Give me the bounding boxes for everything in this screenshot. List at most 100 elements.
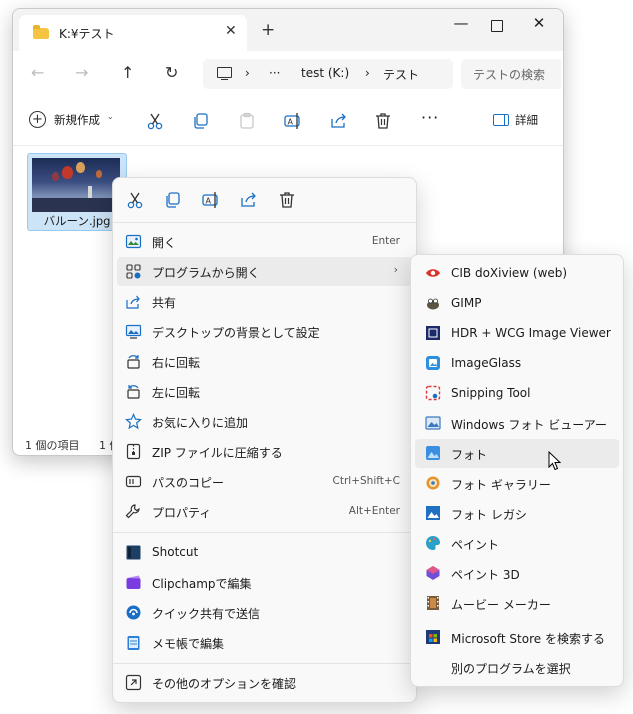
- open-with-item-choose-another[interactable]: 別のプログラムを選択: [415, 653, 619, 682]
- tab-k-test[interactable]: K:¥テスト ✕: [19, 15, 247, 51]
- menu-item-more-options[interactable]: その他のオプションを確認: [117, 668, 412, 697]
- open-with-item-paint-3d[interactable]: ペイント 3D: [415, 559, 619, 588]
- menu-item-notepad[interactable]: メモ帳で編集: [117, 628, 412, 657]
- open-with-item-photos-legacy[interactable]: フォト レガシ: [415, 499, 619, 528]
- new-tab-button[interactable]: +: [261, 20, 275, 40]
- open-with-item-cib-doxiview[interactable]: CIB doXiview (web): [415, 259, 619, 288]
- open-with-item-windows-photo-viewer[interactable]: Windows フォト ビューアー: [415, 409, 619, 438]
- breadcrumb-separator: ›: [365, 66, 370, 80]
- eye-icon: [425, 265, 441, 281]
- menu-item-rotate-left[interactable]: 左に回転: [117, 377, 412, 406]
- movie-maker-icon: [425, 595, 441, 611]
- back-button[interactable]: ←: [31, 63, 44, 82]
- open-with-label: ムービー メーカー: [451, 598, 551, 612]
- open-with-label: 別のプログラムを選択: [451, 662, 571, 676]
- svg-text:A: A: [288, 118, 294, 127]
- open-with-item-paint[interactable]: ペイント: [415, 529, 619, 558]
- menu-item-shotcut[interactable]: Shotcut: [117, 538, 412, 567]
- menu-item-rotate-right[interactable]: 右に回転: [117, 347, 412, 376]
- menu-item-properties[interactable]: プロパティ Alt+Enter: [117, 497, 412, 526]
- menu-item-shortcut: Alt+Enter: [348, 505, 400, 517]
- folder-icon: [33, 25, 49, 39]
- image-thumbnail: [32, 158, 120, 212]
- rotate-left-icon: [125, 383, 142, 400]
- share-icon[interactable]: [329, 111, 349, 131]
- svg-text:A: A: [206, 197, 212, 206]
- rename-icon[interactable]: A: [283, 111, 303, 131]
- chevron-down-icon: ⌄: [107, 112, 114, 121]
- zip-icon: [125, 443, 142, 460]
- copy-path-icon: [125, 473, 142, 490]
- open-with-item-microsoft-store[interactable]: Microsoft Store を検索する: [415, 623, 619, 652]
- menu-item-label: プログラムから開く: [152, 266, 260, 280]
- clipchamp-icon: [125, 574, 142, 591]
- open-with-label: GIMP: [451, 296, 482, 310]
- breadcrumb-ellipsis[interactable]: ···: [269, 66, 280, 80]
- open-with-item-hdr-viewer[interactable]: HDR + WCG Image Viewer: [415, 319, 619, 348]
- new-label: 新規作成: [54, 113, 100, 127]
- photo-viewer-icon: [425, 415, 441, 431]
- forward-button[interactable]: →: [75, 63, 88, 82]
- breadcrumb-folder[interactable]: テスト: [383, 66, 419, 83]
- menu-separator: [113, 532, 416, 533]
- open-with-label: CIB doXiview (web): [451, 266, 568, 280]
- open-with-item-photos[interactable]: フォト: [415, 439, 619, 468]
- refresh-button[interactable]: ↻: [165, 63, 178, 82]
- minimize-button[interactable]: —: [445, 14, 477, 32]
- address-bar[interactable]: › ··· test (K:) › テスト: [203, 59, 453, 89]
- imageglass-icon: [425, 355, 441, 371]
- open-with-item-gimp[interactable]: GIMP: [415, 289, 619, 318]
- menu-item-label: メモ帳で編集: [152, 637, 225, 651]
- open-with-item-imageglass[interactable]: ImageGlass: [415, 349, 619, 378]
- cut-icon[interactable]: [125, 190, 145, 210]
- menu-separator: [113, 663, 416, 664]
- menu-item-label: その他のオプションを確認: [152, 677, 297, 691]
- paste-icon[interactable]: [237, 111, 257, 131]
- open-with-item-photo-gallery[interactable]: フォト ギャラリー: [415, 469, 619, 498]
- search-box[interactable]: テストの検索: [461, 59, 561, 89]
- share-icon: [125, 293, 142, 310]
- chevron-right-icon: ›: [393, 263, 398, 276]
- menu-item-quick-share[interactable]: クイック共有で送信: [117, 598, 412, 627]
- rename-icon[interactable]: A: [201, 190, 221, 210]
- delete-icon[interactable]: [373, 111, 393, 131]
- open-with-label: ペイント: [451, 538, 500, 552]
- open-with-label: Windows フォト ビューアー: [451, 418, 607, 432]
- cut-icon[interactable]: [145, 111, 165, 131]
- open-with-label: フォト ギャラリー: [451, 478, 551, 492]
- copy-icon[interactable]: [163, 190, 183, 210]
- tab-title: K:¥テスト: [59, 27, 115, 41]
- menu-item-add-favorite[interactable]: お気に入りに追加: [117, 407, 412, 436]
- menu-item-shortcut: Enter: [371, 235, 400, 247]
- paint-icon: [425, 535, 441, 551]
- open-with-label: ペイント 3D: [451, 568, 520, 582]
- menu-item-compress-zip[interactable]: ZIP ファイルに圧縮する: [117, 437, 412, 466]
- close-window-button[interactable]: ✕: [523, 14, 555, 32]
- menu-item-copy-path[interactable]: パスのコピー Ctrl+Shift+C: [117, 467, 412, 496]
- open-with-label: Microsoft Store を検索する: [451, 632, 605, 646]
- breadcrumb-drive[interactable]: test (K:): [301, 66, 349, 80]
- open-with-submenu: CIB doXiview (web) GIMP HDR + WCG Image …: [410, 254, 624, 687]
- share-icon[interactable]: [239, 190, 259, 210]
- this-pc-icon: [217, 67, 232, 81]
- delete-icon[interactable]: [277, 190, 297, 210]
- maximize-button[interactable]: [481, 14, 513, 36]
- menu-item-open-with[interactable]: プログラムから開く ›: [117, 257, 412, 286]
- open-with-item-movie-maker[interactable]: ムービー メーカー: [415, 589, 619, 618]
- menu-item-share[interactable]: 共有: [117, 287, 412, 316]
- open-with-icon: [125, 263, 142, 280]
- up-button[interactable]: ↑: [121, 63, 134, 82]
- menu-item-set-wallpaper[interactable]: デスクトップの背景として設定: [117, 317, 412, 346]
- close-tab-button[interactable]: ✕: [225, 23, 237, 39]
- open-with-label: フォト レガシ: [451, 508, 527, 522]
- gimp-icon: [425, 295, 441, 311]
- menu-separator: [113, 222, 416, 223]
- menu-item-clipchamp[interactable]: Clipchampで編集: [117, 568, 412, 597]
- menu-item-label: ZIP ファイルに圧縮する: [152, 446, 283, 460]
- photo-gallery-icon: [425, 475, 441, 491]
- menu-item-open[interactable]: 開く Enter: [117, 227, 412, 256]
- see-more-button[interactable]: ···: [421, 108, 439, 127]
- copy-icon[interactable]: [191, 111, 211, 131]
- menu-item-label: 開く: [152, 236, 177, 250]
- open-with-item-snipping-tool[interactable]: Snipping Tool: [415, 379, 619, 408]
